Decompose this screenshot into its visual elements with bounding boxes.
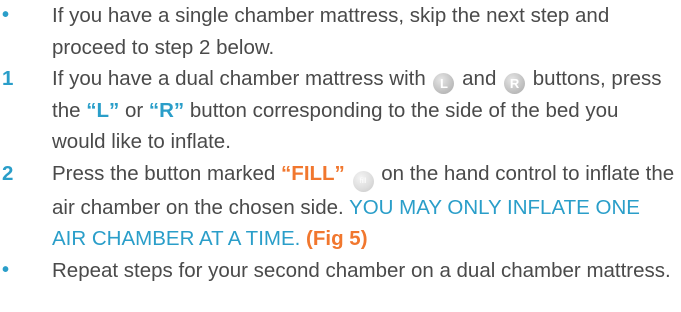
text-segment: Press the button marked [52,161,276,185]
instruction-text: If you have a single chamber mattress, s… [52,4,610,59]
instruction-item-repeat: • Repeat steps for your second chamber o… [0,255,681,287]
figure-reference: (Fig 5) [306,227,368,250]
text-segment: If you have a dual chamber mattress with [52,67,426,90]
instruction-text: If you have a dual chamber mattress with… [52,63,681,158]
fill-button-label: “FILL” [281,161,345,185]
l-button-icon: L [433,73,455,94]
instruction-item-single-chamber: • If you have a single chamber mattress,… [0,0,681,63]
step-number: 2 [2,161,14,185]
instruction-text: Press the button marked “FILL” fill on t… [52,158,681,255]
l-button-label: “L” [86,98,120,122]
r-button-icon: R [504,73,526,94]
instruction-step-1: 1 If you have a dual chamber mattress wi… [0,63,681,158]
bullet-marker: • [2,258,10,281]
fill-button-icon: fill [352,170,374,192]
instruction-step-2: 2 Press the button marked “FILL” fill on… [0,158,681,255]
text-segment: and [462,67,497,90]
step-number: 1 [2,67,14,90]
instruction-text: Repeat steps for your second chamber on … [52,258,671,282]
r-button-label: “R” [148,98,185,122]
instruction-list: • If you have a single chamber mattress,… [0,0,681,286]
bullet-marker: • [2,4,10,26]
text-segment: or [124,98,144,122]
